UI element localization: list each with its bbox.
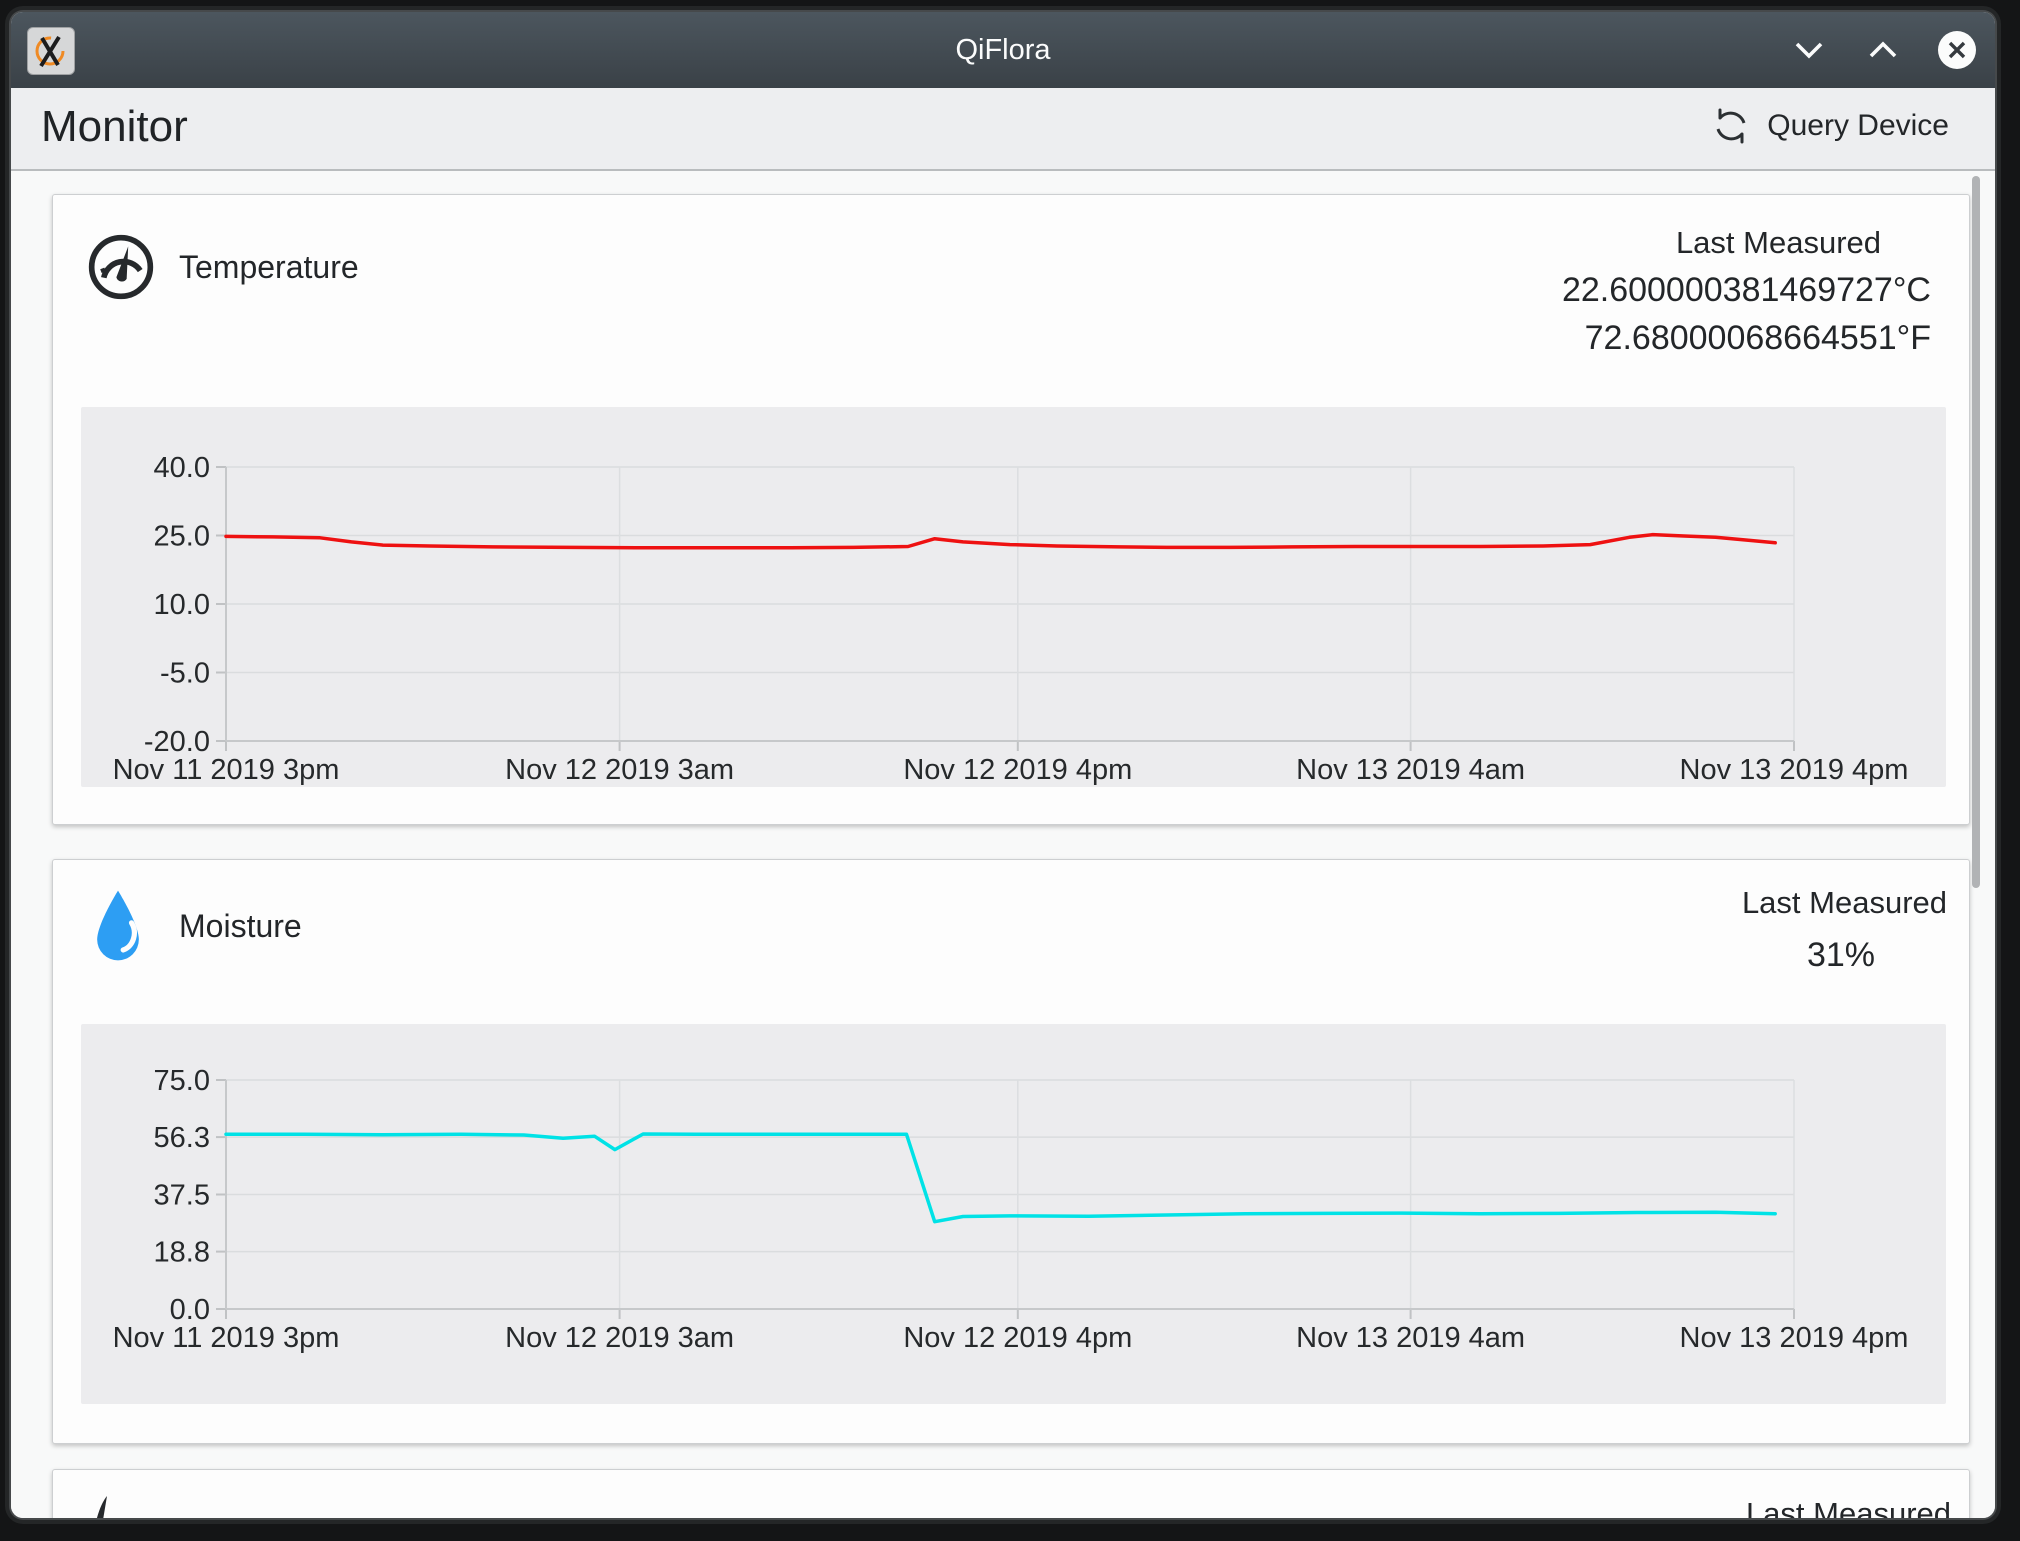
svg-text:75.0: 75.0: [154, 1065, 210, 1097]
gauge-icon: [86, 232, 156, 302]
temperature-chart: 40.025.010.0-5.0-20.0Nov 11 2019 3pmNov …: [81, 407, 1946, 787]
svg-text:56.3: 56.3: [154, 1122, 210, 1154]
partial-card: Last Measured: [52, 1469, 1970, 1518]
temperature-card: Temperature Last Measured 22.60000038146…: [52, 194, 1970, 825]
svg-text:25.0: 25.0: [154, 521, 210, 553]
query-device-button[interactable]: Query Device: [1711, 106, 1949, 146]
temperature-card-title: Temperature: [179, 249, 359, 286]
window-title: QiFlora: [11, 34, 1995, 67]
svg-text:Nov 12 2019 3am: Nov 12 2019 3am: [505, 754, 734, 786]
temperature-last-measured-label: Last Measured: [1676, 225, 1881, 261]
app-window: QiFlora Mo: [11, 12, 1995, 1518]
svg-text:Nov 13 2019 4pm: Nov 13 2019 4pm: [1680, 754, 1909, 786]
close-button[interactable]: [1937, 30, 1977, 70]
svg-text:Nov 12 2019 4pm: Nov 12 2019 4pm: [903, 754, 1132, 786]
moisture-card: Moisture Last Measured 31% 75.0 56.3 37.5 1…: [52, 859, 1970, 1444]
water-drop-icon: [93, 888, 143, 964]
svg-text:10.0: 10.0: [154, 589, 210, 621]
page-title: Monitor: [41, 102, 188, 152]
scrollbar-thumb[interactable]: [1972, 176, 1980, 888]
svg-text:Nov 12 2019 3am: Nov 12 2019 3am: [505, 1322, 734, 1354]
svg-text:Nov 11 2019 3pm: Nov 11 2019 3pm: [113, 754, 340, 786]
refresh-icon: [1711, 106, 1751, 146]
svg-text:40.0: 40.0: [154, 452, 210, 484]
svg-text:37.5: 37.5: [154, 1180, 210, 1212]
page-header: Monitor Query Device: [11, 88, 1995, 171]
svg-text:Nov 11 2019 3pm: Nov 11 2019 3pm: [113, 1322, 340, 1354]
moisture-value-percent: 31%: [1807, 936, 1875, 975]
query-device-label: Query Device: [1767, 109, 1949, 143]
moisture-chart: 75.056.337.518.80.0Nov 11 2019 3pmNov 12…: [81, 1024, 1946, 1404]
chevron-up-icon: [1868, 41, 1898, 59]
minimize-button[interactable]: [1789, 30, 1829, 70]
svg-text:18.8: 18.8: [154, 1237, 210, 1269]
close-icon: [1947, 40, 1967, 60]
chevron-down-icon: [1794, 41, 1824, 59]
temperature-value-celsius: 22.600000381469727°C: [1562, 271, 1931, 310]
partial-icon: [95, 1496, 111, 1518]
partial-last-measured-label: Last Measured: [1746, 1496, 1951, 1518]
content-area: Temperature Last Measured 22.60000038146…: [11, 171, 1995, 1518]
moisture-last-measured-label: Last Measured: [1742, 885, 1947, 921]
temperature-value-fahrenheit: 72.68000068664551°F: [1585, 319, 1931, 358]
maximize-button[interactable]: [1863, 30, 1903, 70]
svg-text:Nov 12 2019 4pm: Nov 12 2019 4pm: [903, 1322, 1132, 1354]
moisture-card-title: Moisture: [179, 908, 302, 945]
titlebar[interactable]: QiFlora: [11, 12, 1995, 88]
svg-text:-5.0: -5.0: [160, 658, 210, 690]
svg-text:Nov 13 2019 4pm: Nov 13 2019 4pm: [1680, 1322, 1909, 1354]
svg-text:Nov 13 2019 4am: Nov 13 2019 4am: [1296, 754, 1525, 786]
svg-text:Nov 13 2019 4am: Nov 13 2019 4am: [1296, 1322, 1525, 1354]
